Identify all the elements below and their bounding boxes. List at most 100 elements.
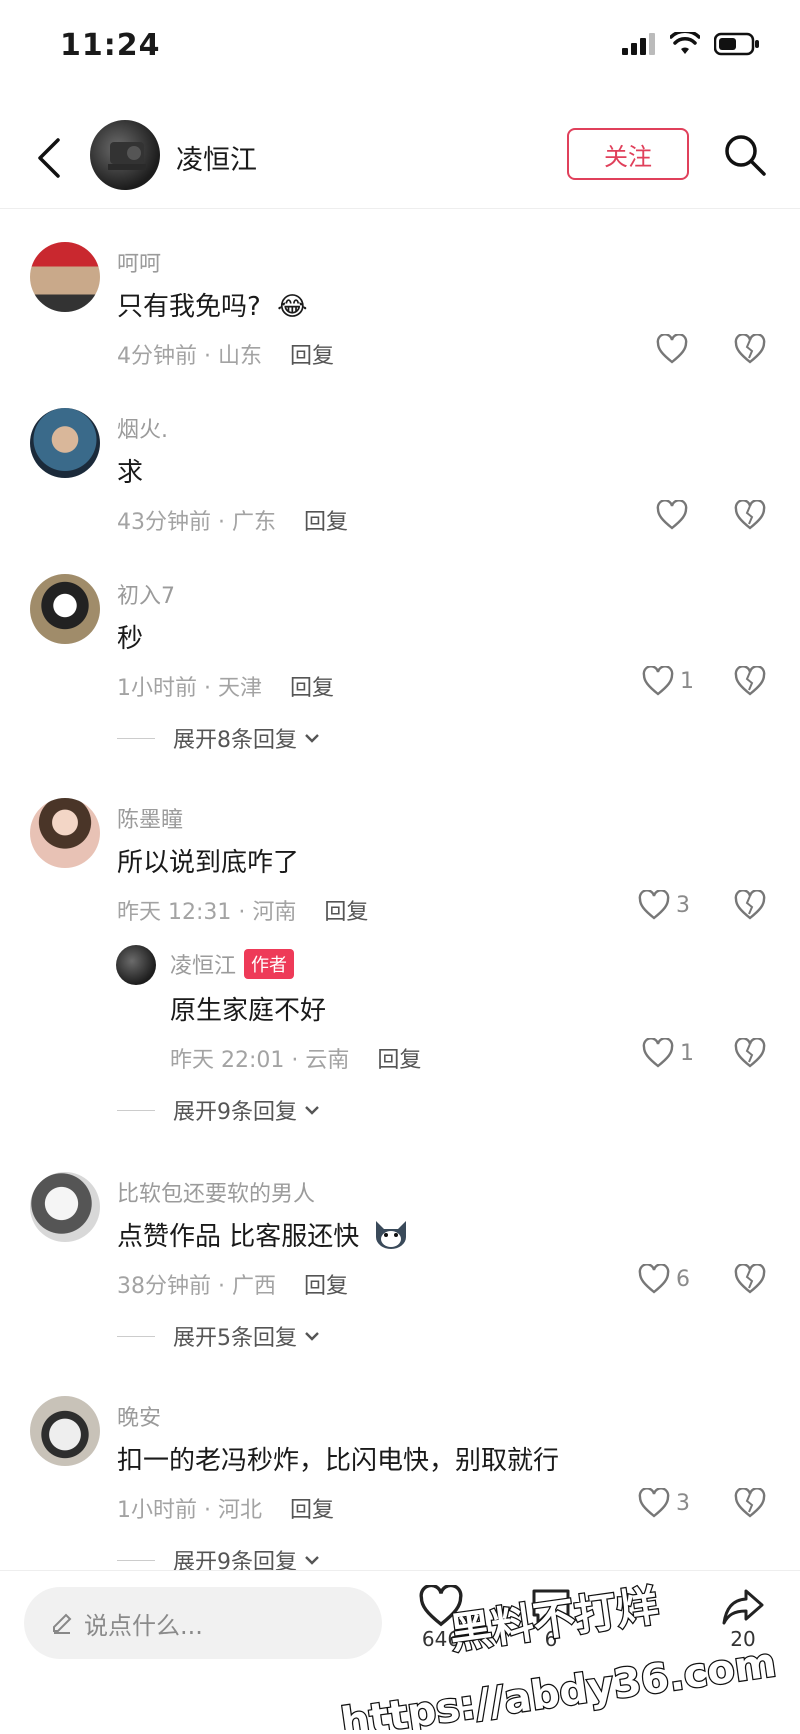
follow-button[interactable]: 关注 [567,128,689,180]
comment-time-location: 43分钟前 · 广东 [117,510,276,535]
wifi-icon [670,32,700,54]
comment-total-button[interactable]: 6 [528,1585,574,1651]
chevron-down-icon [305,1556,319,1565]
dislike-heart-icon[interactable] [734,1264,766,1294]
chevron-down-icon [305,1332,319,1341]
laughing-emoji-icon: 😂 [277,292,308,322]
comment-author[interactable]: 呵呵 [117,246,161,278]
comment-text: 所以说到底咋了 [117,848,300,878]
comment-total-count: 6 [544,1627,558,1651]
reply-author-name: 凌恒江 [170,954,237,979]
like-total-button[interactable]: 646 [418,1585,464,1651]
comment-author[interactable]: 初入7 [117,578,175,610]
expand-replies-button[interactable]: 展开9条回复 [117,1094,321,1126]
comment-time-location: 4分钟前 · 山东 [117,344,262,369]
reply-button[interactable]: 回复 [377,1048,421,1073]
search-icon[interactable] [722,132,768,178]
comment-meta: 昨天 12:31 · 河南 回复 [117,894,368,926]
signal-icon [622,33,655,55]
heart-icon [419,1585,463,1627]
avatar[interactable] [30,1172,100,1242]
chevron-down-icon [305,1106,319,1115]
comment-time-location: 1小时前 · 天津 [117,676,262,701]
profile-header: 凌恒江 关注 [0,110,800,209]
comment-text: 扣一的老冯秒炸，比闪电快，别取就行 [117,1446,560,1476]
avatar[interactable] [30,574,100,644]
status-icons [622,32,760,56]
comment-meta: 43分钟前 · 广东 回复 [117,504,348,536]
like-button[interactable]: 3 [638,1488,690,1518]
comment-text-content: 只有我免吗? [117,292,261,322]
share-arrow-icon [722,1589,764,1625]
like-count: 3 [676,892,690,918]
heart-icon [656,334,688,364]
heart-icon [642,1038,674,1068]
expand-replies-button[interactable]: 展开8条回复 [117,722,321,754]
header-avatar[interactable] [90,120,160,190]
comment-meta: 1小时前 · 天津 回复 [117,670,334,702]
dislike-heart-icon[interactable] [734,1488,766,1518]
like-button[interactable]: 1 [642,1038,694,1068]
reply-button[interactable]: 回复 [290,1498,334,1523]
pencil-icon [53,1613,72,1634]
reply-button[interactable]: 回复 [304,1274,348,1299]
expand-divider [117,1109,155,1111]
share-button[interactable]: 20 [720,1585,766,1651]
comment-meta: 4分钟前 · 山东 回复 [117,338,334,370]
status-bar: 11:24 [0,0,800,100]
dislike-heart-icon[interactable] [734,334,766,364]
comment-author[interactable]: 烟火. [117,412,168,444]
reply-button[interactable]: 回复 [290,676,334,701]
heart-icon [638,1264,670,1294]
reply-author[interactable]: 凌恒江 作者 [170,948,295,980]
like-button[interactable]: 3 [638,890,690,920]
status-time: 11:24 [60,28,161,63]
like-total-count: 646 [421,1627,461,1651]
comment-text-content: 点赞作品 比客服还快 [117,1222,360,1252]
back-arrow-icon[interactable] [30,134,70,182]
like-count: 1 [680,668,694,694]
comment-input[interactable]: 说点什么... [24,1587,382,1659]
like-count: 1 [680,1040,694,1066]
comment-author[interactable]: 陈墨瞳 [117,802,183,834]
like-count: 3 [676,1490,690,1516]
author-badge: 作者 [244,949,295,979]
reply-button[interactable]: 回复 [290,344,334,369]
share-count: 20 [730,1627,756,1651]
like-button[interactable] [656,334,694,364]
reply-avatar[interactable] [116,945,156,985]
heart-icon [656,500,688,530]
dislike-heart-icon[interactable] [734,890,766,920]
comment-text: 只有我免吗? 😂 [117,286,307,323]
husky-emoji-icon [375,1221,406,1249]
expand-divider [117,737,155,739]
expand-replies-label: 展开8条回复 [173,728,297,753]
header-username[interactable]: 凌恒江 [176,138,257,177]
like-count: 6 [676,1266,690,1292]
battery-icon [714,32,759,56]
expand-divider [117,1335,155,1337]
like-button[interactable]: 1 [642,666,694,696]
comment-text: 求 [117,458,144,488]
comment-meta: 38分钟前 · 广西 回复 [117,1268,348,1300]
expand-replies-label: 展开9条回复 [173,1100,297,1125]
dislike-heart-icon[interactable] [734,666,766,696]
comment-bubble-icon [532,1589,570,1625]
avatar[interactable] [30,408,100,478]
dislike-heart-icon[interactable] [734,1038,766,1068]
like-button[interactable] [656,500,694,530]
expand-replies-button[interactable]: 展开5条回复 [117,1320,321,1352]
like-button[interactable]: 6 [638,1264,690,1294]
heart-icon [638,890,670,920]
comment-text: 秒 [117,624,144,654]
avatar[interactable] [30,1396,100,1466]
reply-time-location: 昨天 22:01 · 云南 [170,1048,350,1073]
comment-time-location: 昨天 12:31 · 河南 [117,900,297,925]
dislike-heart-icon[interactable] [734,500,766,530]
avatar[interactable] [30,242,100,312]
comment-author[interactable]: 比软包还要软的男人 [117,1176,315,1208]
avatar[interactable] [30,798,100,868]
comment-author[interactable]: 晚安 [117,1400,161,1432]
reply-button[interactable]: 回复 [304,510,348,535]
reply-button[interactable]: 回复 [324,900,368,925]
